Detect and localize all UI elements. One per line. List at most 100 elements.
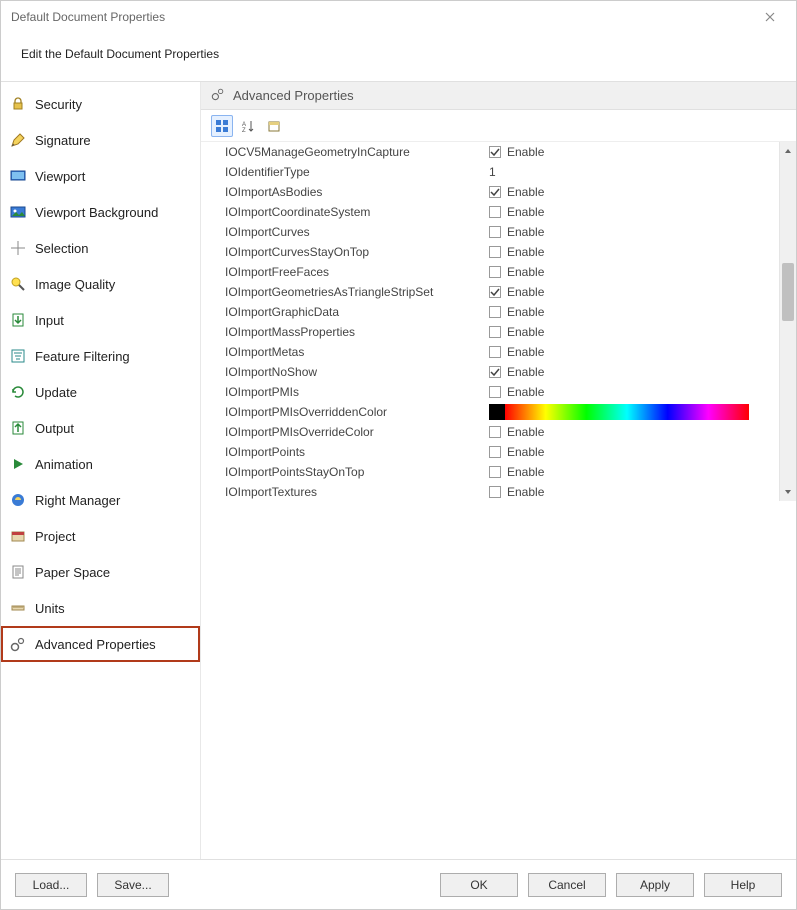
- property-row[interactable]: IOImportCurvesEnable: [225, 222, 779, 242]
- property-row[interactable]: IOImportPointsEnable: [225, 442, 779, 462]
- property-row[interactable]: IOImportCoordinateSystemEnable: [225, 202, 779, 222]
- checkbox[interactable]: [489, 146, 501, 158]
- property-row[interactable]: IOImportTexturesEnable: [225, 482, 779, 501]
- property-value-label: Enable: [507, 445, 544, 459]
- sidebar-item-advanced-properties[interactable]: Advanced Properties: [1, 626, 200, 662]
- sidebar-item-feature-filtering[interactable]: Feature Filtering: [1, 338, 200, 374]
- paper-icon: [9, 563, 27, 581]
- property-row[interactable]: IOImportPMIsEnable: [225, 382, 779, 402]
- play-icon: [9, 455, 27, 473]
- property-row[interactable]: IOImportAsBodiesEnable: [225, 182, 779, 202]
- checkbox[interactable]: [489, 446, 501, 458]
- sidebar-item-animation[interactable]: Animation: [1, 446, 200, 482]
- checkbox[interactable]: [489, 346, 501, 358]
- project-icon: [9, 527, 27, 545]
- save-button[interactable]: Save...: [97, 873, 169, 897]
- property-name: IOImportAsBodies: [225, 185, 489, 199]
- sidebar-item-label: Selection: [35, 241, 88, 256]
- property-row[interactable]: IOImportGeometriesAsTriangleStripSetEnab…: [225, 282, 779, 302]
- property-row[interactable]: IOImportFreeFacesEnable: [225, 262, 779, 282]
- panel-title: Advanced Properties: [233, 88, 354, 103]
- apply-button[interactable]: Apply: [616, 873, 694, 897]
- monitor-icon: [9, 167, 27, 185]
- sidebar-item-security[interactable]: Security: [1, 86, 200, 122]
- property-row[interactable]: IOImportPMIsOverriddenColor: [225, 402, 779, 422]
- checkbox[interactable]: [489, 186, 501, 198]
- ok-button[interactable]: OK: [440, 873, 518, 897]
- property-row[interactable]: IOImportMassPropertiesEnable: [225, 322, 779, 342]
- sidebar-item-viewport-background[interactable]: Viewport Background: [1, 194, 200, 230]
- checkbox[interactable]: [489, 326, 501, 338]
- property-value[interactable]: Enable: [489, 385, 779, 399]
- checkbox[interactable]: [489, 386, 501, 398]
- property-value-label: Enable: [507, 145, 544, 159]
- property-value[interactable]: 1: [489, 165, 779, 179]
- scroll-thumb[interactable]: [782, 263, 794, 321]
- property-value[interactable]: Enable: [489, 325, 779, 339]
- sidebar-item-selection[interactable]: Selection: [1, 230, 200, 266]
- property-value[interactable]: [489, 404, 779, 420]
- property-name: IOImportPMIsOverriddenColor: [225, 405, 489, 419]
- sidebar-item-update[interactable]: Update: [1, 374, 200, 410]
- property-name: IOImportMassProperties: [225, 325, 489, 339]
- property-value[interactable]: Enable: [489, 485, 779, 499]
- checkbox[interactable]: [489, 466, 501, 478]
- property-value[interactable]: Enable: [489, 225, 779, 239]
- color-spectrum[interactable]: [489, 404, 749, 420]
- property-pages-button[interactable]: [263, 115, 285, 137]
- property-row[interactable]: IOImportPointsStayOnTopEnable: [225, 462, 779, 482]
- categorized-button[interactable]: [211, 115, 233, 137]
- alphabetical-button[interactable]: AZ: [237, 115, 259, 137]
- property-value[interactable]: Enable: [489, 185, 779, 199]
- property-value[interactable]: Enable: [489, 265, 779, 279]
- window-title: Default Document Properties: [11, 10, 754, 24]
- scrollbar[interactable]: [779, 142, 796, 501]
- sidebar-item-output[interactable]: Output: [1, 410, 200, 446]
- cancel-button[interactable]: Cancel: [528, 873, 606, 897]
- checkbox[interactable]: [489, 246, 501, 258]
- property-value[interactable]: Enable: [489, 425, 779, 439]
- checkbox[interactable]: [489, 306, 501, 318]
- property-value[interactable]: Enable: [489, 305, 779, 319]
- checkbox[interactable]: [489, 206, 501, 218]
- sidebar-item-project[interactable]: Project: [1, 518, 200, 554]
- checkbox[interactable]: [489, 266, 501, 278]
- sidebar-item-label: Paper Space: [35, 565, 110, 580]
- checkbox[interactable]: [489, 286, 501, 298]
- property-row[interactable]: IOImportMetasEnable: [225, 342, 779, 362]
- checkbox[interactable]: [489, 366, 501, 378]
- sidebar-item-signature[interactable]: Signature: [1, 122, 200, 158]
- close-button[interactable]: [754, 1, 786, 33]
- property-value[interactable]: Enable: [489, 285, 779, 299]
- checkbox[interactable]: [489, 226, 501, 238]
- sidebar-item-right-manager[interactable]: Right Manager: [1, 482, 200, 518]
- property-row[interactable]: IOImportGraphicDataEnable: [225, 302, 779, 322]
- property-value[interactable]: Enable: [489, 205, 779, 219]
- titlebar: Default Document Properties: [1, 1, 796, 33]
- property-value-label: Enable: [507, 465, 544, 479]
- sidebar-item-label: Input: [35, 313, 64, 328]
- property-row[interactable]: IOImportPMIsOverrideColorEnable: [225, 422, 779, 442]
- checkbox[interactable]: [489, 486, 501, 498]
- property-value[interactable]: Enable: [489, 445, 779, 459]
- load-button[interactable]: Load...: [15, 873, 87, 897]
- checkbox[interactable]: [489, 426, 501, 438]
- property-value[interactable]: Enable: [489, 145, 779, 159]
- sidebar-item-viewport[interactable]: Viewport: [1, 158, 200, 194]
- scroll-track[interactable]: [780, 159, 796, 484]
- sidebar-item-paper-space[interactable]: Paper Space: [1, 554, 200, 590]
- scroll-down-button[interactable]: [780, 484, 796, 501]
- help-button[interactable]: Help: [704, 873, 782, 897]
- property-row[interactable]: IOIdentifierType1: [225, 162, 779, 182]
- scroll-up-button[interactable]: [780, 142, 796, 159]
- property-value[interactable]: Enable: [489, 245, 779, 259]
- property-row[interactable]: IOImportNoShowEnable: [225, 362, 779, 382]
- sidebar-item-input[interactable]: Input: [1, 302, 200, 338]
- property-row[interactable]: IOCV5ManageGeometryInCaptureEnable: [225, 142, 779, 162]
- sidebar-item-image-quality[interactable]: Image Quality: [1, 266, 200, 302]
- sidebar-item-units[interactable]: Units: [1, 590, 200, 626]
- property-value[interactable]: Enable: [489, 365, 779, 379]
- property-value[interactable]: Enable: [489, 345, 779, 359]
- property-value[interactable]: Enable: [489, 465, 779, 479]
- property-row[interactable]: IOImportCurvesStayOnTopEnable: [225, 242, 779, 262]
